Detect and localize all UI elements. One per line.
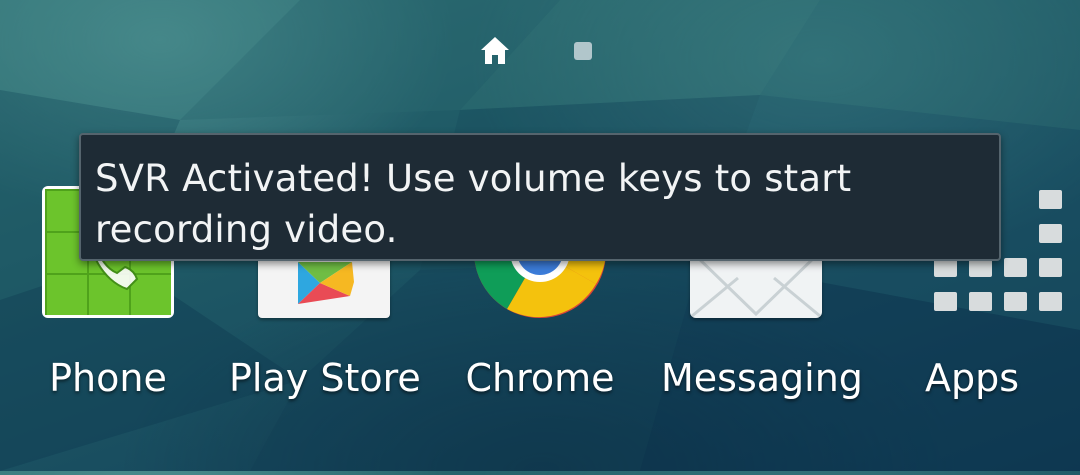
app-label-messaging: Messaging (661, 356, 863, 400)
page-indicator (0, 34, 1080, 68)
app-label-chrome: Chrome (465, 356, 615, 400)
app-label-apps: Apps (924, 356, 1020, 400)
home-page-icon[interactable] (478, 34, 512, 68)
app-label-phone: Phone (49, 356, 167, 400)
toast-message: SVR Activated! Use volume keys to start … (95, 157, 852, 251)
toast-notification: SVR Activated! Use volume keys to start … (79, 133, 1001, 261)
page-dot-indicator[interactable] (574, 42, 592, 60)
app-label-play-store: Play Store (229, 356, 421, 400)
